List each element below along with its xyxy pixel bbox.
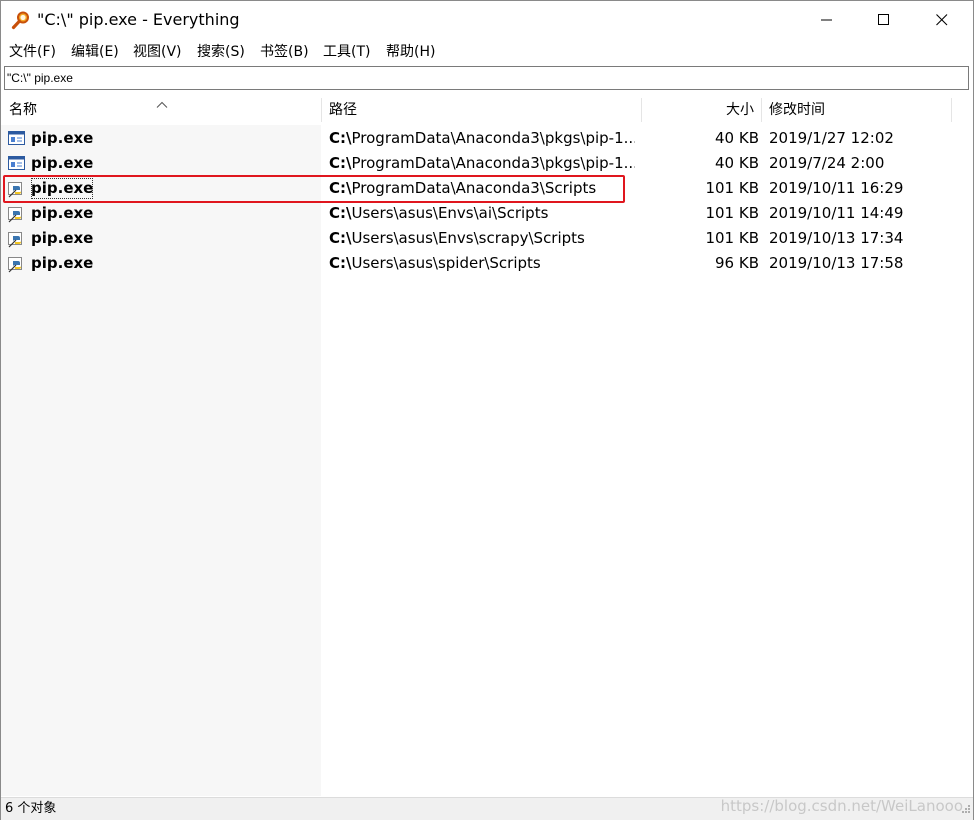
python-exe-icon [8, 255, 26, 273]
exe-window-icon [8, 130, 26, 148]
table-row[interactable]: pip.exe C:\Users\asus\spider\Scripts 96 … [1, 251, 973, 276]
file-name: pip.exe [31, 129, 94, 147]
menu-bar: 文件(F) 编辑(E) 视图(V) 搜索(S) 书签(B) 工具(T) 帮助(H… [1, 39, 973, 65]
search-box [4, 66, 969, 90]
path-rest: Users\asus\Envs\ai\Scripts [351, 204, 549, 222]
close-button[interactable] [919, 1, 965, 39]
menu-bookmarks[interactable]: 书签(B) [260, 42, 309, 62]
menu-help[interactable]: 帮助(H) [386, 42, 435, 62]
file-size: 40 KB [715, 129, 759, 147]
file-modified: 2019/7/24 2:00 [769, 154, 885, 172]
column-header-name[interactable]: 名称 [9, 96, 37, 124]
column-header-modified[interactable]: 修改时间 [769, 96, 825, 124]
path-drive: C:\ [329, 254, 352, 272]
file-modified: 2019/10/13 17:34 [769, 229, 904, 247]
file-size: 101 KB [705, 229, 759, 247]
maximize-button[interactable] [861, 1, 907, 39]
table-row[interactable]: pip.exe C:\ProgramData\Anaconda3\pkgs\pi… [1, 126, 973, 151]
magnifier-icon [11, 10, 31, 30]
file-name: pip.exe [31, 204, 94, 222]
title-bar[interactable]: "C:\" pip.exe - Everything [1, 1, 973, 39]
window-title: "C:\" pip.exe - Everything [37, 10, 240, 29]
table-row[interactable]: pip.exe C:\ProgramData\Anaconda3\pkgs\pi… [1, 151, 973, 176]
path-rest: Users\asus\Envs\scrapy\Scripts [351, 229, 585, 247]
file-path: C:\Users\asus\Envs\scrapy\Scripts [329, 226, 635, 251]
file-modified: 2019/10/11 16:29 [769, 179, 904, 197]
red-highlight-box [3, 175, 625, 203]
file-size: 40 KB [715, 154, 759, 172]
file-size: 96 KB [715, 254, 759, 272]
table-row[interactable]: pip.exe C:\Users\asus\Envs\ai\Scripts 10… [1, 201, 973, 226]
column-headers: 名称 路径 大小 修改时间 [1, 96, 973, 124]
exe-window-icon [8, 155, 26, 173]
column-divider[interactable] [321, 98, 322, 122]
column-divider[interactable] [641, 98, 642, 122]
menu-edit[interactable]: 编辑(E) [71, 42, 119, 62]
file-modified: 2019/1/27 12:02 [769, 129, 894, 147]
column-header-path[interactable]: 路径 [329, 96, 357, 124]
file-path: C:\ProgramData\Anaconda3\pkgs\pip-1... [329, 151, 635, 176]
path-drive: C:\ [329, 154, 352, 172]
path-rest: Users\asus\spider\Scripts [351, 254, 541, 272]
file-size: 101 KB [705, 179, 759, 197]
minimize-button[interactable] [804, 1, 850, 39]
file-path: C:\Users\asus\spider\Scripts [329, 251, 635, 276]
file-modified: 2019/10/13 17:58 [769, 254, 904, 272]
file-name: pip.exe [31, 154, 94, 172]
everything-window: "C:\" pip.exe - Everything 文件(F) 编辑(E) 视… [0, 0, 974, 820]
menu-file[interactable]: 文件(F) [9, 42, 56, 62]
column-divider[interactable] [761, 98, 762, 122]
table-row[interactable]: pip.exe C:\Users\asus\Envs\scrapy\Script… [1, 226, 973, 251]
file-size: 101 KB [705, 204, 759, 222]
python-exe-icon [8, 230, 26, 248]
status-bar: 6 个对象 https://blog.csdn.net/WeiLanooo [1, 797, 973, 820]
watermark: https://blog.csdn.net/WeiLanooo [720, 797, 963, 815]
python-exe-icon [8, 205, 26, 223]
menu-tools[interactable]: 工具(T) [323, 42, 370, 62]
file-name: pip.exe [31, 229, 94, 247]
sort-ascending-icon [156, 94, 168, 113]
minimize-icon [821, 19, 832, 21]
maximize-icon [878, 14, 889, 25]
menu-view[interactable]: 视图(V) [133, 42, 182, 62]
file-path: C:\Users\asus\Envs\ai\Scripts [329, 201, 635, 226]
file-name: pip.exe [31, 254, 94, 272]
object-count: 6 个对象 [5, 801, 57, 816]
path-drive: C:\ [329, 229, 352, 247]
file-path: C:\ProgramData\Anaconda3\pkgs\pip-1... [329, 126, 635, 151]
path-drive: C:\ [329, 204, 352, 222]
search-input[interactable] [7, 69, 962, 87]
resize-grip-icon[interactable] [961, 799, 971, 818]
column-divider[interactable] [951, 98, 952, 122]
column-header-size[interactable]: 大小 [726, 96, 754, 124]
path-rest: ProgramData\Anaconda3\pkgs\pip-1... [351, 129, 636, 147]
menu-search[interactable]: 搜索(S) [197, 42, 245, 62]
path-rest: ProgramData\Anaconda3\pkgs\pip-1... [351, 154, 636, 172]
close-icon [936, 14, 948, 26]
path-drive: C:\ [329, 129, 352, 147]
file-modified: 2019/10/11 14:49 [769, 204, 904, 222]
